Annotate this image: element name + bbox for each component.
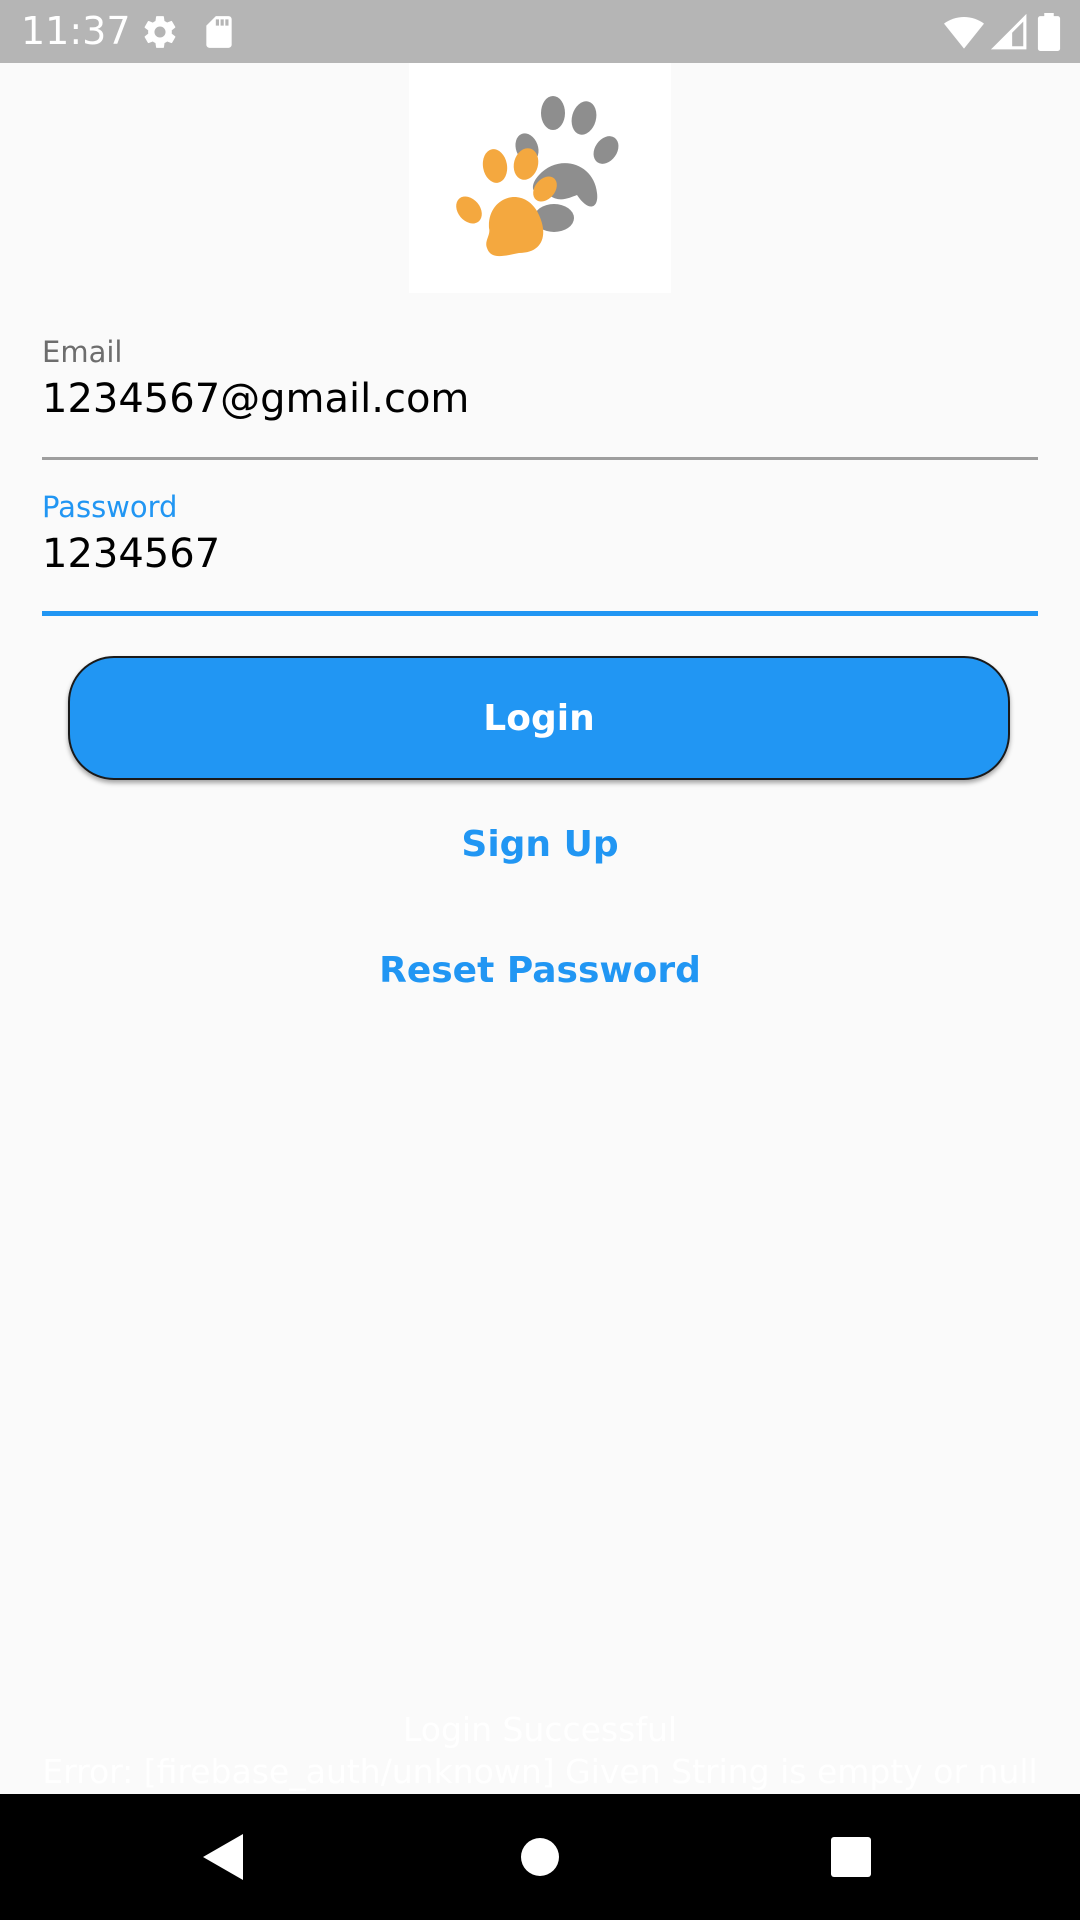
status-bar: 11:37 <box>0 0 1080 63</box>
sign-up-button[interactable]: Sign Up <box>0 822 1080 868</box>
password-underline <box>42 611 1038 616</box>
signal-icon <box>990 13 1028 51</box>
email-underline <box>42 457 1038 460</box>
email-field[interactable]: Email <box>42 330 1038 462</box>
status-time: 11:37 <box>21 9 131 53</box>
recents-icon[interactable] <box>818 1824 884 1890</box>
password-field[interactable]: Password <box>42 485 1038 620</box>
reset-password-button[interactable]: Reset Password <box>0 948 1080 994</box>
password-label: Password <box>42 490 178 524</box>
wifi-icon <box>944 13 984 51</box>
home-icon[interactable] <box>507 1824 573 1890</box>
paw-prints-icon <box>456 96 619 257</box>
battery-icon <box>1037 13 1075 52</box>
login-button[interactable]: Login <box>68 656 1010 780</box>
app-logo <box>409 63 671 293</box>
toast-message-success: Login Successful <box>402 1710 678 1749</box>
password-input[interactable] <box>42 529 1038 579</box>
settings-icon <box>141 13 179 51</box>
navigation-bar <box>0 1794 1080 1920</box>
toast-message-error: Error: [firebase_auth/unknown] Given Str… <box>42 1752 1038 1791</box>
email-input[interactable] <box>42 374 1038 424</box>
sd-card-icon <box>200 13 238 51</box>
back-icon[interactable] <box>190 1824 256 1890</box>
login-button-label: Login <box>483 697 595 739</box>
email-label: Email <box>42 335 123 369</box>
